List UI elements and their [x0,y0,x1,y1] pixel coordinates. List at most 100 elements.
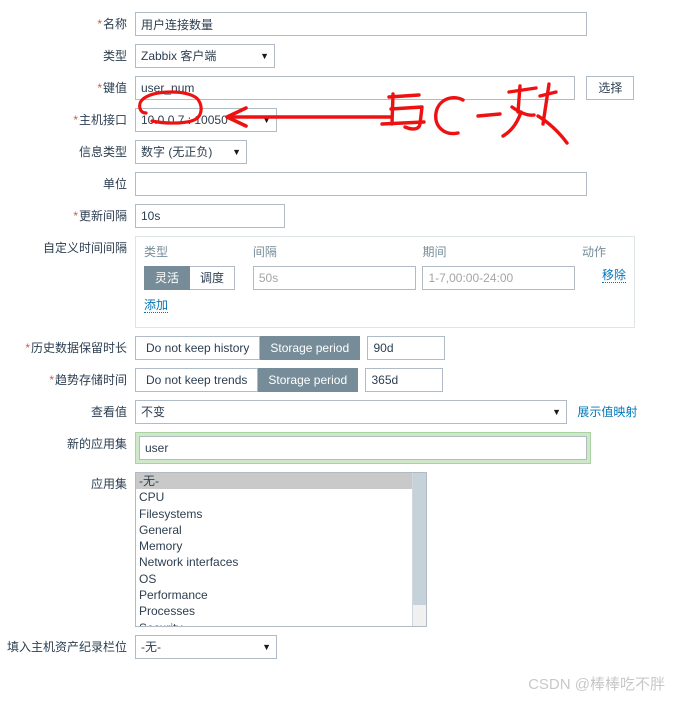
list-item[interactable]: CPU [136,489,426,505]
list-item[interactable]: Memory [136,538,426,554]
watermark: CSDN @棒棒吃不胖 [528,676,665,693]
field-interface: 10.0.0.7 : 10050 ▼ [135,108,673,132]
inventory-field-value: -无- [141,640,161,654]
select-key-button[interactable]: 选择 [586,76,635,100]
form-row-applications: 应用集 -无- CPU Filesystems General Memory N… [0,472,673,627]
list-item[interactable]: General [136,522,426,538]
label-interface-text: 主机接口 [78,113,127,127]
update-interval-input[interactable] [135,204,285,228]
label-update-interval: *更新间隔 [0,204,135,228]
list-item[interactable]: Filesystems [136,506,426,522]
label-view-value-text: 查看值 [90,405,127,419]
intervals-col-period: 期间 [422,245,447,259]
name-input[interactable] [135,12,587,36]
label-applications-text: 应用集 [90,477,127,491]
chevron-down-icon: ▼ [262,642,271,652]
history-do-not-keep-button[interactable]: Do not keep history [135,336,261,360]
form-row-name: *名称 [0,12,673,36]
label-applications: 应用集 [0,472,135,496]
interval-type-scheduling[interactable]: 调度 [190,266,236,290]
chevron-down-icon: ▼ [552,407,561,417]
field-units [135,172,673,196]
list-item[interactable]: Network interfaces [136,554,426,570]
info-type-select[interactable]: 数字 (无正负) ▼ [135,140,247,164]
label-info-type-text: 信息类型 [78,145,127,159]
intervals-col-action: 动作 [582,245,607,259]
applications-scrollbar-thumb[interactable] [413,473,426,605]
form-row-update-interval: *更新间隔 [0,204,673,228]
type-select[interactable]: Zabbix 客户端 ▼ [135,44,275,68]
label-key-text: 键值 [102,81,127,95]
list-item[interactable]: Performance [136,587,426,603]
form-row-custom-intervals: 自定义时间间隔 类型 间隔 期间 动作 灵活 调度 50s 1-7,00:00-… [0,236,673,328]
intervals-cell-period [422,266,582,296]
interval-period-input[interactable] [422,266,576,290]
intervals-col-type: 类型 [144,245,169,259]
label-interface: *主机接口 [0,108,135,132]
required-marker-name: * [97,17,102,31]
intervals-thead: 类型 间隔 期间 动作 [144,241,626,266]
intervals-cell-action: 移除 [582,266,626,296]
list-item[interactable]: Security [136,620,426,626]
host-interface-select[interactable]: 10.0.0.7 : 10050 ▼ [135,108,277,132]
trends-do-not-keep-button[interactable]: Do not keep trends [135,368,259,392]
intervals-cell-interval [252,266,423,296]
form-row-view-value: 查看值 不变 ▼ 展示值映射 [0,400,673,424]
field-custom-intervals: 类型 间隔 期间 动作 灵活 调度 50s 1-7,00:00-24:00 移除… [135,236,673,328]
label-new-application-text: 新的应用集 [66,437,127,451]
key-input[interactable] [135,76,575,100]
field-history: Do not keep history Storage period [135,336,673,360]
label-name: *名称 [0,12,135,36]
form-row-units: 单位 [0,172,673,196]
required-marker-trends: * [49,373,54,387]
history-storage-period-button[interactable]: Storage period [260,336,361,360]
required-marker-key: * [97,81,102,95]
new-application-input[interactable] [139,436,587,460]
field-key: 选择 [135,76,673,100]
list-item[interactable]: OS [136,571,426,587]
trends-period-input[interactable] [365,368,444,392]
host-interface-value: 10.0.0.7 : 10050 [141,113,228,127]
form-row-trends: *趋势存储时间 Do not keep trends Storage perio… [0,368,673,392]
interval-type-flexible[interactable]: 灵活 [144,266,191,290]
required-marker-update: * [73,209,78,223]
inventory-field-select[interactable]: -无- ▼ [135,635,277,659]
applications-scrollbar[interactable] [412,473,426,626]
label-inventory-field-text: 填入主机资产纪录栏位 [6,640,127,654]
required-marker-history: * [25,341,30,355]
label-key: *键值 [0,76,135,100]
field-type: Zabbix 客户端 ▼ [135,44,673,68]
remove-interval-link[interactable]: 移除 [601,268,626,283]
interval-value-input[interactable] [252,266,416,290]
applications-listbox[interactable]: -无- CPU Filesystems General Memory Netwo… [135,472,427,627]
view-value-select[interactable]: 不变 ▼ [135,400,567,424]
info-type-value: 数字 (无正负) [141,145,213,159]
chevron-down-icon: ▼ [262,115,271,125]
view-value-text: 不变 [141,405,166,419]
history-period-input[interactable] [367,336,446,360]
show-value-mappings-link[interactable]: 展示值映射 [577,405,637,419]
chevron-down-icon: ▼ [232,147,241,157]
field-view-value: 不变 ▼ 展示值映射 [135,400,673,424]
label-inventory-field: 填入主机资产纪录栏位 [0,635,135,659]
trends-storage-period-button[interactable]: Storage period [258,368,359,392]
chevron-down-icon: ▼ [260,51,269,61]
label-units: 单位 [0,172,135,196]
list-item[interactable]: -无- [136,473,426,490]
add-interval-link[interactable]: 添加 [144,298,169,313]
form-row-info-type: 信息类型 数字 (无正负) ▼ [0,140,673,164]
field-info-type: 数字 (无正负) ▼ [135,140,673,164]
field-name [135,12,673,36]
trends-mode-toggle: Do not keep trends Storage period [135,368,359,392]
label-units-text: 单位 [102,177,127,191]
label-custom-intervals: 自定义时间间隔 [0,236,135,260]
label-name-text: 名称 [102,17,127,31]
label-type: 类型 [0,44,135,68]
field-inventory: -无- ▼ [135,635,673,659]
label-type-text: 类型 [102,49,127,63]
units-input[interactable] [135,172,587,196]
required-marker-interface: * [73,113,78,127]
list-item[interactable]: Processes [136,603,426,619]
history-mode-toggle: Do not keep history Storage period [135,336,361,360]
field-new-application [135,432,673,464]
